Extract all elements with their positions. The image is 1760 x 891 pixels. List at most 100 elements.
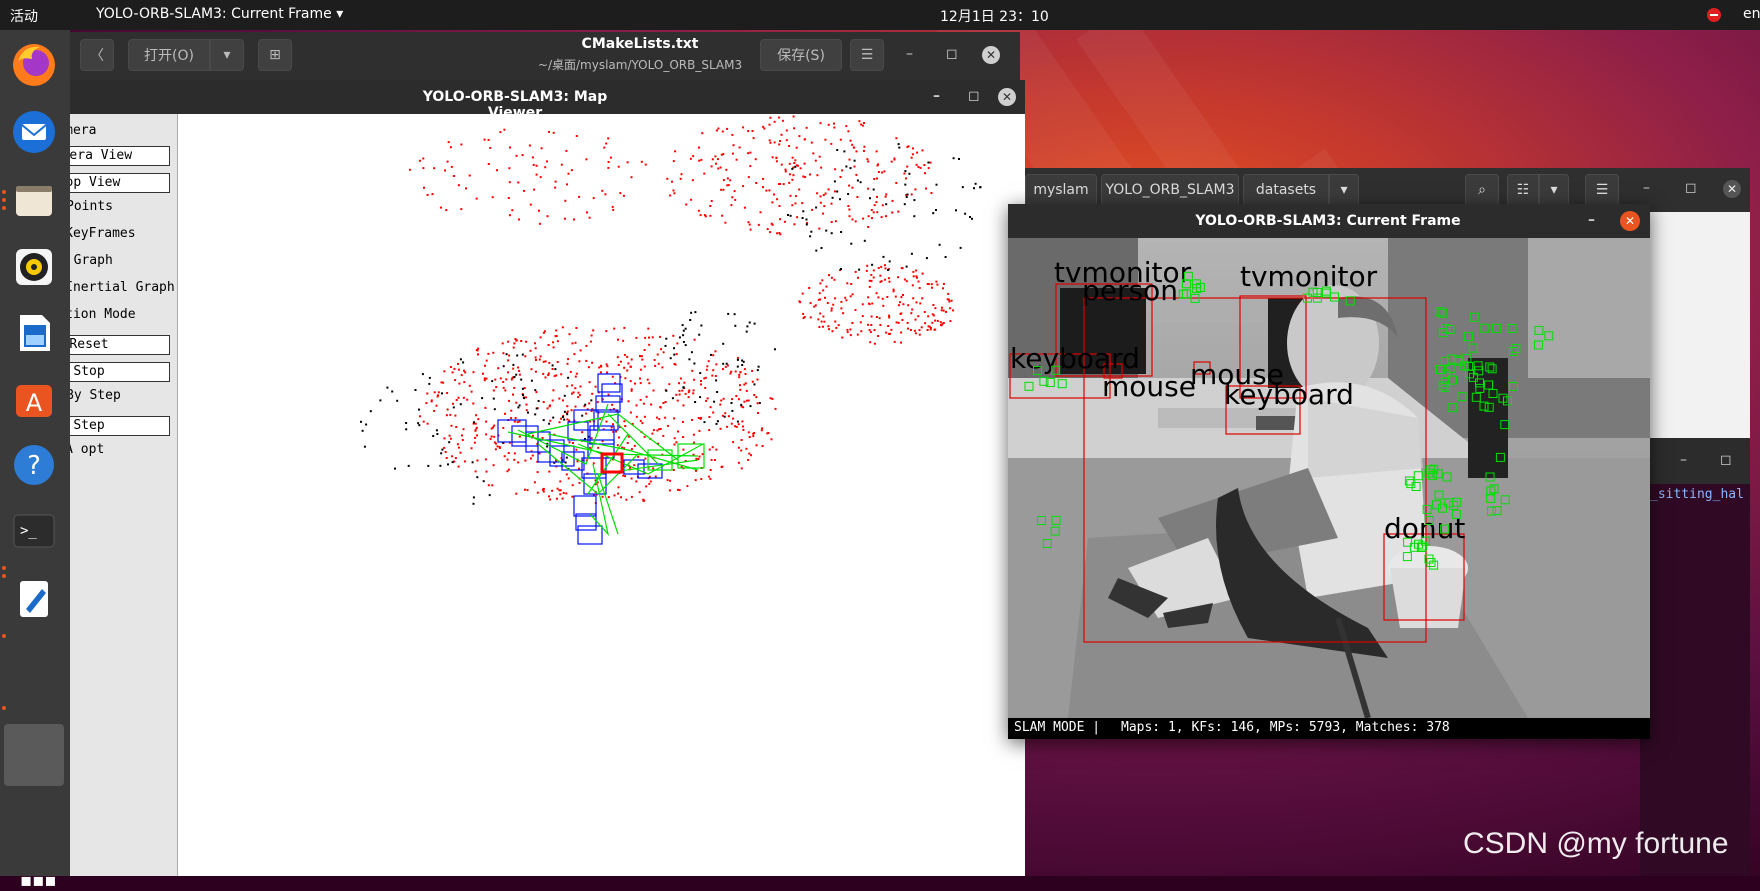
map-point	[742, 360, 745, 363]
map-point	[755, 396, 758, 399]
text-editor-icon[interactable]	[7, 572, 61, 626]
map-point	[938, 243, 941, 246]
map-point	[737, 446, 740, 449]
status-error-icon[interactable]	[1707, 8, 1721, 22]
map-point	[792, 174, 795, 177]
map-point	[498, 447, 501, 449]
map-point	[700, 158, 703, 161]
language-indicator[interactable]: en	[1743, 6, 1760, 22]
help-icon[interactable]: ?	[7, 438, 61, 492]
map-point	[643, 415, 646, 418]
map-point	[709, 214, 712, 217]
firefox-icon[interactable]	[7, 38, 61, 92]
map-point	[851, 218, 854, 221]
open-button[interactable]: 打开(O)	[128, 39, 210, 71]
map-point	[861, 315, 864, 318]
app-menu[interactable]: YOLO-ORB-SLAM3: Current Frame ▾	[96, 6, 343, 22]
software-icon[interactable]: A	[7, 372, 61, 426]
minimize-button[interactable]: –	[1643, 180, 1650, 196]
files-icon[interactable]	[7, 173, 61, 227]
map-point	[769, 231, 772, 234]
map-point	[563, 418, 566, 421]
minimize-button[interactable]: –	[1588, 212, 1595, 228]
map-point	[656, 353, 659, 356]
writer-icon[interactable]	[7, 306, 61, 360]
map-point	[692, 155, 695, 158]
map-point	[485, 420, 488, 423]
map-point	[778, 143, 781, 146]
maximize-button[interactable]: ◻	[946, 46, 958, 62]
minimize-button[interactable]: –	[906, 46, 913, 62]
map-point	[662, 434, 665, 437]
map-point	[447, 463, 449, 466]
map-point	[577, 391, 580, 394]
close-button[interactable]: ✕	[982, 46, 1000, 64]
map-point	[808, 287, 811, 289]
path-segment[interactable]: myslam	[1025, 174, 1097, 206]
map-point	[726, 425, 729, 428]
maximize-button[interactable]: ◻	[968, 88, 980, 104]
map-point	[535, 391, 538, 394]
map-viewer-3d-canvas[interactable]	[178, 114, 1025, 876]
map-point	[464, 371, 467, 374]
close-button[interactable]: ✕	[1620, 211, 1640, 231]
close-button[interactable]: ✕	[1723, 180, 1741, 198]
minimize-button[interactable]: –	[1680, 452, 1687, 468]
map-point	[709, 477, 712, 480]
map-point	[833, 180, 836, 183]
map-point	[654, 364, 657, 367]
open-dropdown-button[interactable]: ▾	[210, 39, 244, 71]
path-segment[interactable]: datasets	[1243, 174, 1329, 206]
activities-button[interactable]: 活动	[10, 6, 38, 26]
map-point	[673, 192, 676, 195]
rhythmbox-icon[interactable]	[7, 240, 61, 294]
save-button[interactable]: 保存(S)	[760, 39, 842, 71]
thunderbird-icon[interactable]	[7, 105, 61, 159]
map-point	[448, 441, 451, 444]
minimize-button[interactable]: –	[933, 88, 940, 104]
point-cloud-map	[360, 115, 982, 545]
map-point	[639, 382, 642, 385]
clock[interactable]: 12月1日 23：10	[940, 6, 1049, 26]
view-options-icon[interactable]: ▾	[1539, 174, 1569, 206]
new-tab-button[interactable]: ⊞	[258, 39, 292, 71]
maximize-button[interactable]: ◻	[1685, 180, 1697, 196]
map-point	[539, 176, 542, 179]
map-point	[910, 156, 913, 159]
back-button[interactable]: 〈	[80, 39, 114, 71]
menu-icon[interactable]: ☰	[1585, 174, 1619, 206]
map-point	[515, 339, 518, 342]
map-point	[906, 146, 909, 148]
map-point	[757, 365, 760, 368]
map-point	[685, 203, 688, 206]
list-view-icon[interactable]: ☷	[1507, 174, 1539, 206]
map-point	[450, 424, 453, 427]
path-segment[interactable]: YOLO_ORB_SLAM3	[1101, 174, 1239, 206]
map-point	[515, 492, 518, 495]
map-point	[518, 420, 521, 423]
map-point	[613, 494, 616, 497]
map-point	[669, 479, 672, 482]
terminal-icon[interactable]: >_	[7, 504, 61, 558]
path-dropdown-icon[interactable]: ▾	[1329, 174, 1359, 206]
map-point	[913, 329, 916, 332]
map-point	[836, 190, 839, 193]
map-point	[591, 361, 594, 364]
map-point	[566, 418, 569, 421]
active-app-slot[interactable]	[4, 724, 64, 786]
map-point	[778, 116, 781, 119]
map-point	[559, 489, 562, 492]
show-apps-icon[interactable]: ▪▪▪	[20, 870, 57, 891]
map-point	[492, 397, 495, 400]
map-point	[706, 397, 709, 400]
search-icon[interactable]: ⌕	[1465, 174, 1499, 206]
map-point	[856, 179, 859, 182]
map-point	[944, 256, 947, 258]
map-point	[508, 354, 511, 357]
map-point	[735, 158, 738, 161]
maximize-button[interactable]: ◻	[1720, 452, 1732, 468]
close-button[interactable]: ✕	[998, 88, 1016, 106]
map-point	[766, 228, 769, 231]
map-point	[474, 429, 477, 432]
menu-button[interactable]: ☰	[850, 39, 884, 71]
